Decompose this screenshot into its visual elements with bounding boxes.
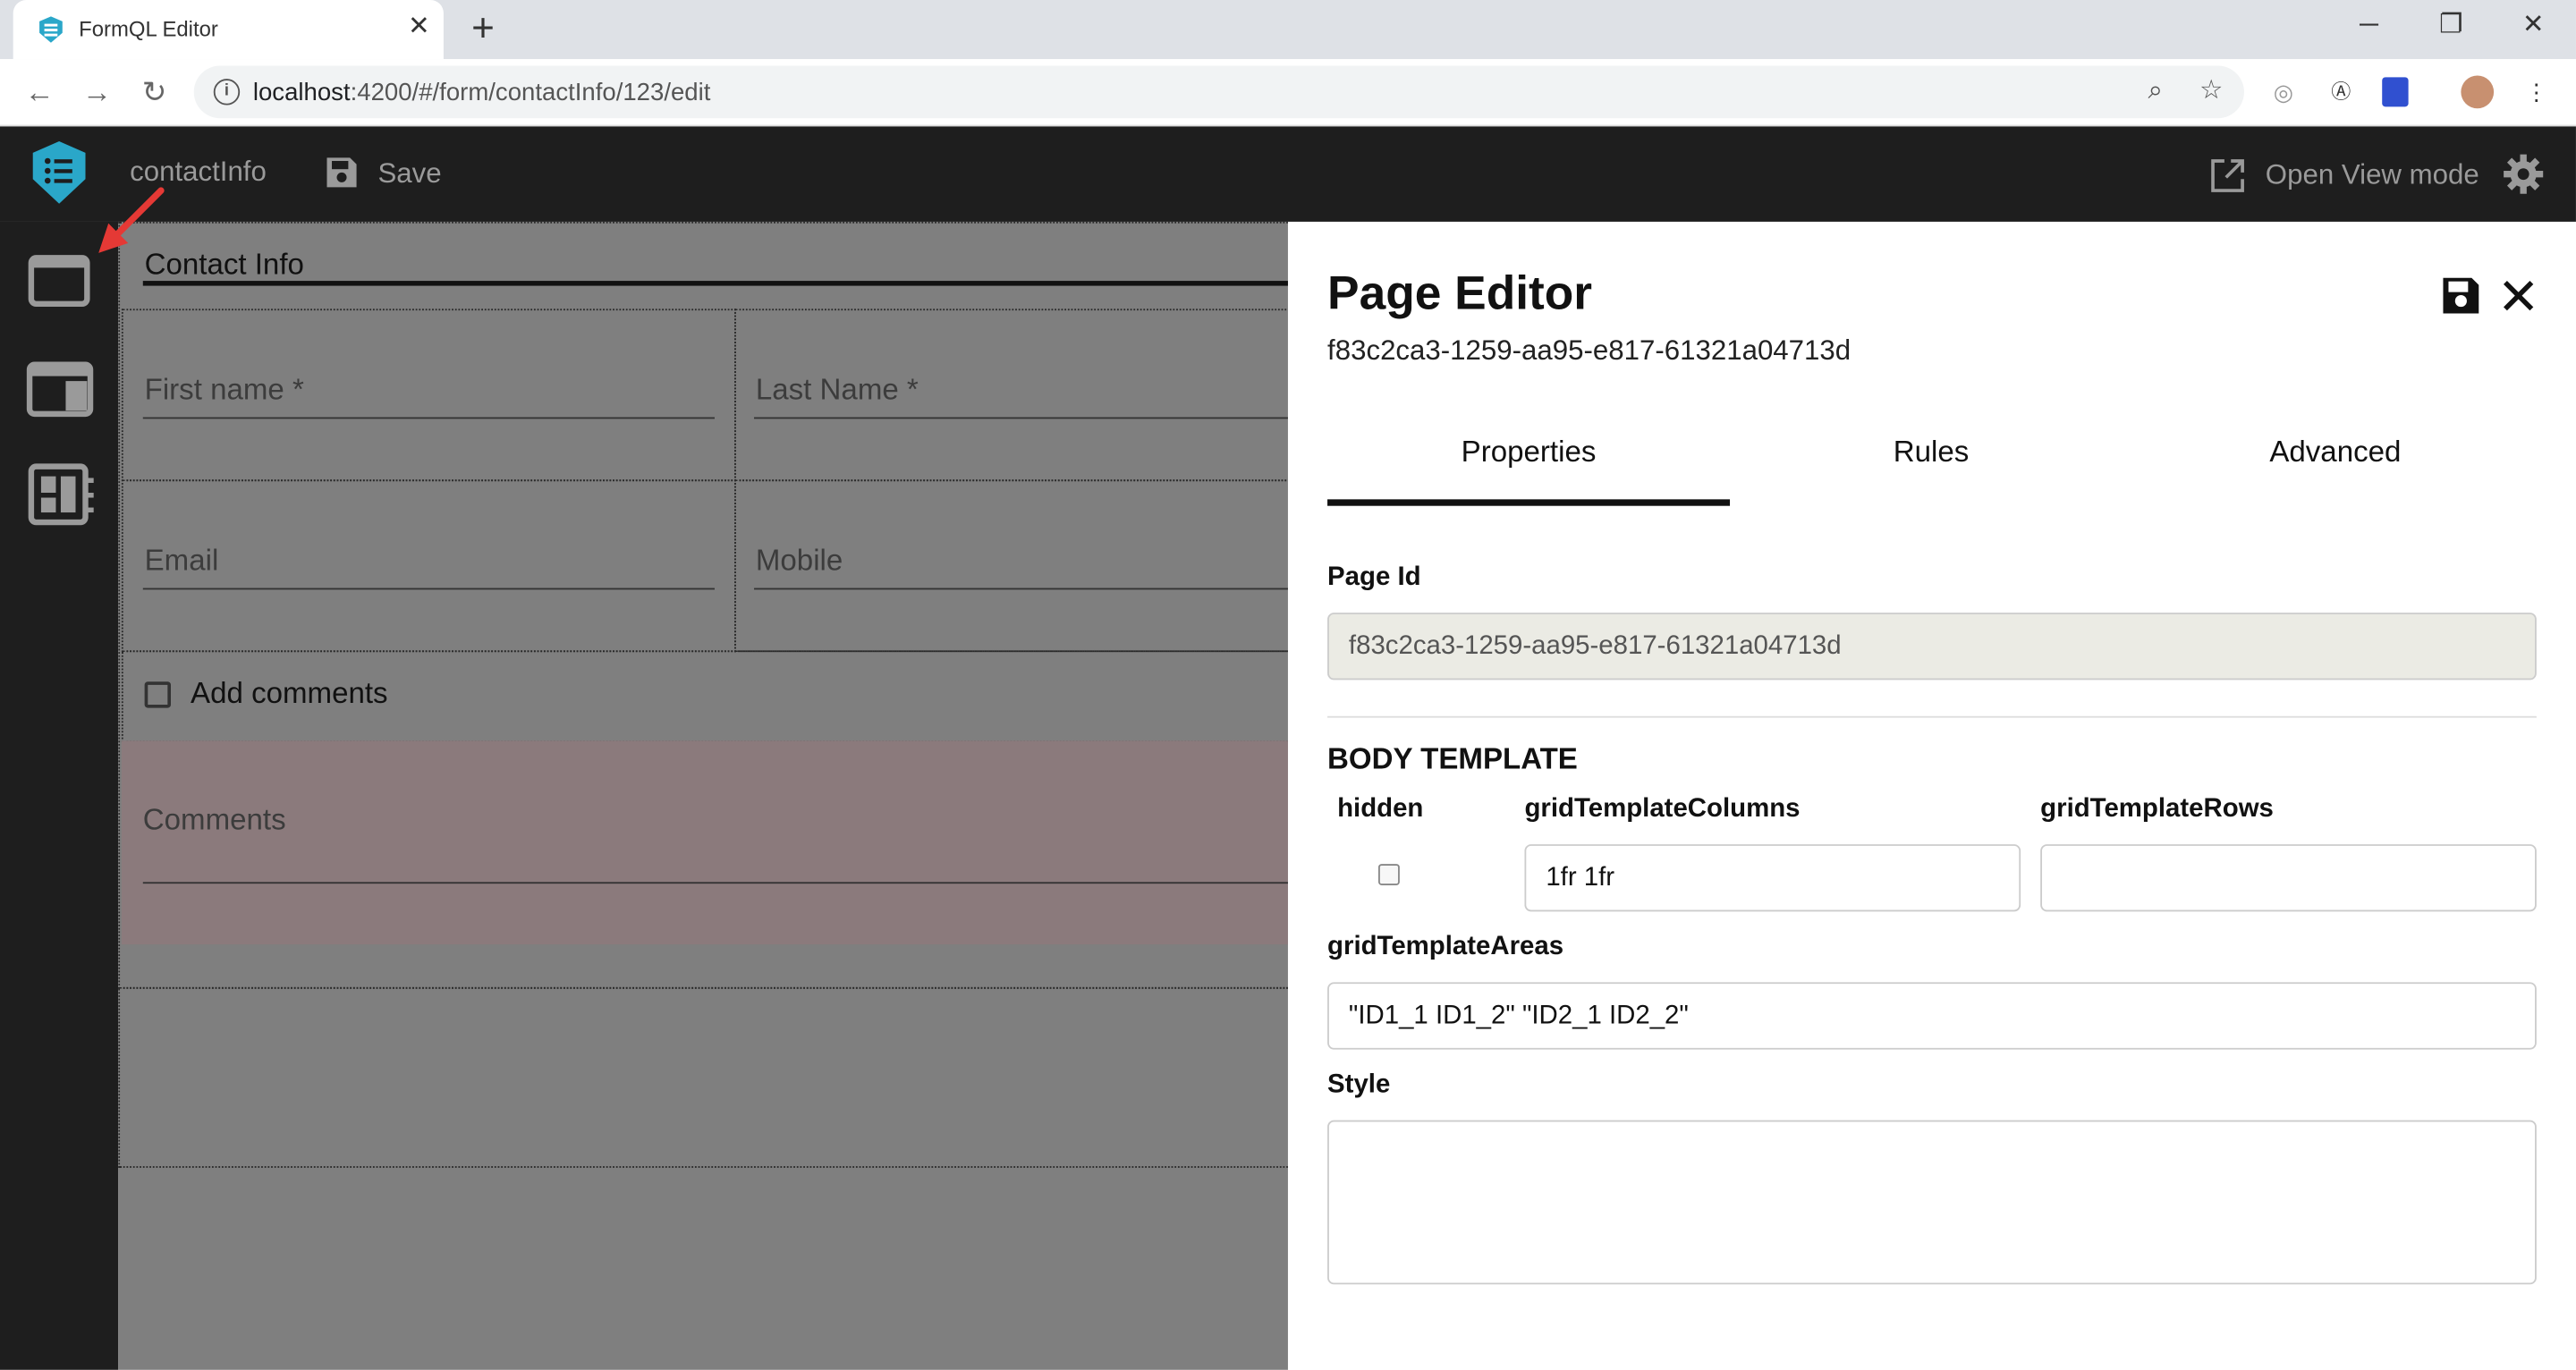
browser-toolbar: ← → ↻ i localhost:4200/#/form/contactInf… bbox=[0, 59, 2576, 127]
editor-save-icon[interactable] bbox=[2439, 275, 2482, 317]
add-comments-checkbox[interactable] bbox=[144, 681, 172, 708]
page-editor-panel: Page Editor f83c2ca3-1259-aa95-e817-6132… bbox=[1287, 221, 2576, 1370]
back-icon[interactable]: ← bbox=[20, 72, 59, 112]
section-layout-icon[interactable] bbox=[26, 357, 95, 422]
open-external-icon[interactable] bbox=[2208, 156, 2248, 195]
new-tab-button[interactable]: + bbox=[463, 6, 503, 52]
formql-favicon-icon bbox=[39, 16, 63, 43]
grid-areas-input[interactable]: "ID1_1 ID1_2" "ID2_1 ID2_2" bbox=[1327, 982, 2537, 1050]
forward-icon[interactable]: → bbox=[77, 72, 116, 112]
profile-avatar[interactable] bbox=[2461, 75, 2495, 109]
address-bar[interactable]: i localhost:4200/#/form/contactInfo/123/… bbox=[193, 65, 2244, 119]
mobile-label[interactable]: Mobile bbox=[756, 544, 843, 579]
hidden-label: hidden bbox=[1337, 794, 1424, 824]
grid-columns-label: gridTemplateColumns bbox=[1524, 794, 1801, 824]
style-textarea[interactable] bbox=[1327, 1120, 2537, 1285]
form-canvas: Contact Info First name * Last Name * Em… bbox=[118, 221, 1288, 1370]
first-name-label[interactable]: First name * bbox=[145, 373, 304, 408]
site-info-icon[interactable]: i bbox=[213, 79, 241, 106]
components-panel-icon[interactable] bbox=[26, 461, 95, 527]
minimize-icon[interactable]: ─ bbox=[2336, 6, 2402, 46]
style-label: Style bbox=[1327, 1070, 1391, 1099]
page-id-field[interactable]: f83c2ca3-1259-aa95-e817-61321a04713d bbox=[1327, 613, 2537, 681]
email-input[interactable] bbox=[142, 588, 715, 590]
comments-label[interactable]: Comments bbox=[143, 803, 286, 838]
extension-blue-icon[interactable] bbox=[2382, 77, 2409, 107]
tab-properties[interactable]: Properties bbox=[1327, 436, 1730, 470]
page-section-2[interactable] bbox=[118, 986, 1288, 1168]
first-name-input[interactable] bbox=[142, 417, 715, 419]
page-id-label: Page Id bbox=[1327, 562, 1421, 592]
zoom-icon[interactable]: ⌕ bbox=[2139, 75, 2172, 108]
browser-tab-title: FormQL Editor bbox=[79, 16, 218, 41]
formql-logo-icon[interactable] bbox=[30, 140, 89, 205]
add-comments-label[interactable]: Add comments bbox=[191, 677, 388, 712]
extension-a-icon[interactable]: Ⓐ bbox=[2325, 75, 2358, 108]
bookmark-star-icon[interactable]: ☆ bbox=[2195, 75, 2228, 108]
email-label[interactable]: Email bbox=[145, 544, 219, 579]
comments-field-container[interactable]: Comments bbox=[121, 740, 1288, 945]
section-divider bbox=[1327, 715, 2537, 718]
annotation-arrow-icon bbox=[98, 187, 165, 253]
grid-areas-label: gridTemplateAreas bbox=[1327, 933, 1564, 961]
page-editor-icon[interactable] bbox=[26, 248, 95, 313]
last-name-input[interactable] bbox=[754, 417, 1288, 419]
page-uuid: f83c2ca3-1259-aa95-e817-61321a04713d bbox=[1327, 334, 1852, 367]
browser-menu-icon[interactable]: ⋮ bbox=[2520, 75, 2553, 108]
tab-advanced[interactable]: Advanced bbox=[2134, 436, 2537, 470]
open-view-mode-button[interactable]: Open View mode bbox=[2266, 159, 2479, 192]
tab-rules[interactable]: Rules bbox=[1730, 436, 2132, 470]
mobile-input[interactable] bbox=[754, 588, 1288, 590]
grid-rows-label: gridTemplateRows bbox=[2040, 794, 2274, 824]
editor-tabs: Properties Rules Advanced bbox=[1327, 416, 2537, 508]
browser-tab[interactable]: FormQL Editor ✕ bbox=[13, 0, 444, 60]
comments-input[interactable] bbox=[142, 882, 1288, 884]
grid-columns-input[interactable]: 1fr 1fr bbox=[1524, 844, 2021, 912]
last-name-label[interactable]: Last Name * bbox=[756, 373, 919, 408]
grid-rows-input[interactable] bbox=[2040, 844, 2537, 912]
sidebar bbox=[0, 221, 119, 1370]
window-close-icon[interactable]: ✕ bbox=[2500, 6, 2565, 46]
save-icon[interactable] bbox=[322, 153, 361, 192]
url-text[interactable]: localhost:4200/#/form/contactInfo/123/ed… bbox=[253, 79, 711, 106]
gear-icon[interactable] bbox=[2502, 153, 2545, 196]
close-icon[interactable] bbox=[2500, 277, 2536, 313]
app-header: contactInfo Save Open View mode bbox=[0, 126, 2576, 222]
extension-timer-icon[interactable]: ◎ bbox=[2267, 75, 2301, 108]
active-tab-indicator bbox=[1327, 499, 1731, 506]
restore-icon[interactable]: ❐ bbox=[2419, 6, 2484, 46]
body-template-heading: BODY TEMPLATE bbox=[1327, 742, 1578, 775]
hidden-checkbox[interactable] bbox=[1377, 864, 1400, 885]
save-button[interactable]: Save bbox=[377, 157, 441, 190]
browser-tab-bar: FormQL Editor ✕ + ─ ❐ ✕ bbox=[0, 0, 2576, 60]
close-tab-icon[interactable]: ✕ bbox=[404, 13, 434, 43]
reload-icon[interactable]: ↻ bbox=[135, 72, 174, 112]
page-editor-title: Page Editor bbox=[1327, 267, 1593, 321]
